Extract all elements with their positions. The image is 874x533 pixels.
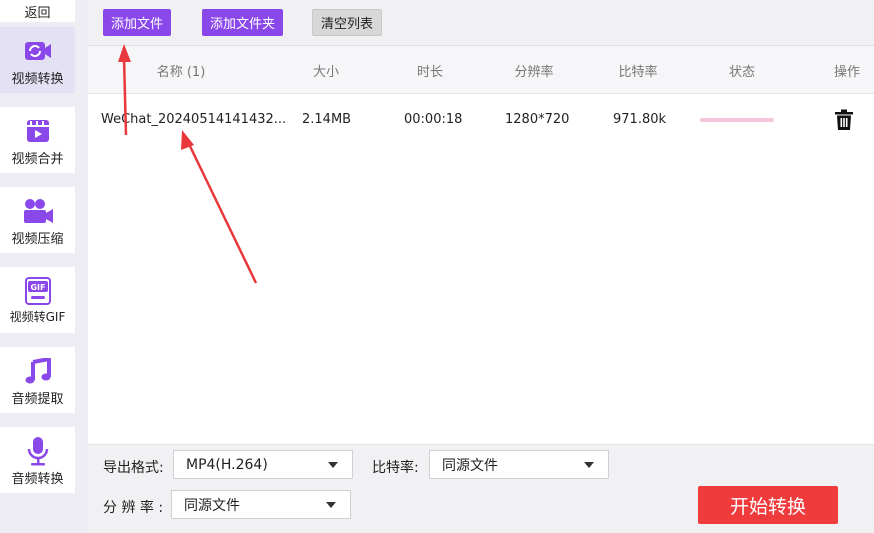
sidebar-item-label: 视频压缩 bbox=[11, 232, 64, 247]
bitrate-value: 同源文件 bbox=[442, 457, 498, 474]
chevron-down-icon bbox=[584, 462, 594, 468]
column-bitrate[interactable]: 比特率 bbox=[604, 46, 672, 94]
sidebar-item-label: 视频合并 bbox=[11, 152, 64, 167]
format-label: 导出格式: bbox=[103, 460, 164, 476]
column-action: 操作 bbox=[833, 64, 860, 80]
file-resolution: 1280*720 bbox=[505, 111, 570, 127]
file-name: WeChat_20240514141432... bbox=[101, 111, 287, 127]
clear-list-button[interactable]: 清空列表 bbox=[312, 9, 383, 36]
video-merge-icon bbox=[26, 117, 50, 145]
status-progress-bar bbox=[700, 118, 774, 122]
gif-icon: GIF bbox=[24, 277, 51, 305]
sidebar-item-video-convert[interactable]: 视频转换 bbox=[0, 27, 75, 93]
bitrate-select[interactable]: 同源文件 bbox=[429, 450, 609, 479]
add-folder-button[interactable]: 添加文件夹 bbox=[202, 9, 284, 36]
back-button[interactable]: 返回 bbox=[0, 0, 75, 22]
file-duration: 00:00:18 bbox=[404, 111, 463, 127]
sidebar-item-video-to-gif[interactable]: GIF 视频转GIF bbox=[0, 267, 75, 333]
toolbar: 添加文件 添加文件夹 清空列表 bbox=[88, 0, 874, 46]
video-convert-icon bbox=[24, 37, 52, 65]
column-duration[interactable]: 时长 bbox=[400, 46, 460, 94]
column-resolution[interactable]: 分辨率 bbox=[500, 46, 568, 94]
table-row[interactable]: WeChat_20240514141432... 2.14MB 00:00:18… bbox=[88, 95, 874, 143]
column-status[interactable]: 状态 bbox=[712, 46, 772, 94]
sidebar-item-audio-extract[interactable]: 音频提取 bbox=[0, 347, 75, 413]
table-header: 名称 (1) 大小 时长 分辨率 比特率 状态 操作 bbox=[88, 46, 874, 94]
chevron-down-icon bbox=[328, 462, 338, 468]
resolution-select[interactable]: 同源文件 bbox=[171, 490, 351, 519]
start-convert-button[interactable]: 开始转换 bbox=[698, 486, 838, 524]
video-compress-icon bbox=[22, 197, 54, 225]
sidebar-item-video-compress[interactable]: 视频压缩 bbox=[0, 187, 75, 253]
sidebar-item-label: 视频转GIF bbox=[9, 310, 66, 324]
format-value: MP4(H.264) bbox=[186, 456, 268, 473]
bitrate-label: 比特率: bbox=[372, 460, 419, 476]
format-select[interactable]: MP4(H.264) bbox=[173, 450, 353, 479]
column-name[interactable]: 名称 (1) bbox=[128, 46, 234, 94]
svg-text:GIF: GIF bbox=[30, 283, 45, 292]
sidebar: 返回 视频转换 视频合并 视频压缩 GIF 视频转GIF 音频提取 音频转换 bbox=[0, 0, 88, 533]
column-size[interactable]: 大小 bbox=[296, 46, 356, 94]
add-file-button[interactable]: 添加文件 bbox=[103, 9, 172, 36]
microphone-icon bbox=[26, 437, 50, 466]
resolution-value: 同源文件 bbox=[184, 497, 240, 514]
chevron-down-icon bbox=[326, 502, 336, 508]
sidebar-item-label: 音频转换 bbox=[11, 472, 64, 487]
music-note-icon bbox=[25, 357, 51, 385]
settings-panel: 导出格式: MP4(H.264) 比特率: 同源文件 分 辨 率 : 同源文件 … bbox=[88, 444, 874, 533]
file-size: 2.14MB bbox=[302, 111, 352, 127]
sidebar-item-label: 视频转换 bbox=[11, 72, 64, 87]
main-panel: 添加文件 添加文件夹 清空列表 名称 (1) 大小 时长 分辨率 比特率 状态 … bbox=[88, 0, 874, 533]
resolution-label: 分 辨 率 : bbox=[103, 500, 164, 516]
sidebar-item-audio-convert[interactable]: 音频转换 bbox=[0, 427, 75, 493]
trash-icon[interactable] bbox=[834, 109, 854, 131]
sidebar-item-video-merge[interactable]: 视频合并 bbox=[0, 107, 75, 173]
sidebar-item-label: 音频提取 bbox=[11, 392, 64, 407]
file-bitrate: 971.80k bbox=[613, 111, 667, 127]
